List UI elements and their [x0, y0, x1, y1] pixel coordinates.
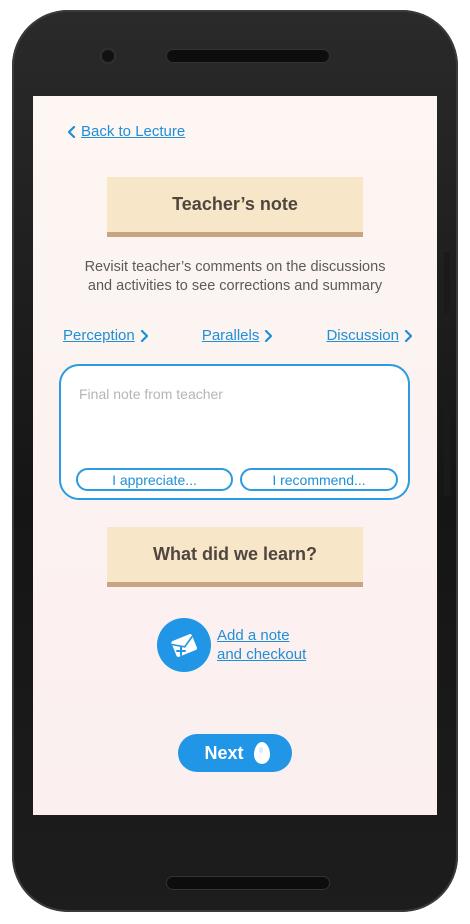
egg-icon [253, 742, 270, 764]
description: Revisit teacher’s comments on the discus… [57, 258, 413, 296]
bottom-speaker [166, 876, 330, 890]
teacher-note-box: I appreciate... I recommend... [59, 364, 410, 500]
chevron-left-icon [67, 125, 76, 138]
back-to-lecture-link[interactable]: Back to Lecture [67, 123, 185, 140]
front-camera [99, 47, 117, 65]
app-screen: Back to Lecture Teacher’s note Revisit t… [33, 96, 437, 815]
chevron-right-icon [404, 329, 413, 342]
description-line: Revisit teacher’s comments on the discus… [84, 259, 386, 275]
add-note-line: and checkout [217, 646, 307, 663]
add-note-line: Add a note [217, 627, 290, 644]
section-title: What did we learn? [152, 544, 317, 564]
section-links: Perception Parallels Discussion [63, 327, 413, 344]
final-note-input[interactable] [79, 386, 379, 402]
tab-label: Parallels [201, 327, 260, 344]
tab-label: Discussion [326, 327, 399, 344]
i-recommend-chip[interactable]: I recommend... [240, 468, 398, 491]
chevron-right-icon [140, 329, 148, 342]
tab-parallels[interactable]: Parallels [202, 327, 274, 344]
next-label: Next [204, 742, 244, 763]
chevron-right-icon [265, 329, 273, 342]
i-appreciate-chip[interactable]: I appreciate... [76, 468, 233, 491]
next-button[interactable]: Next [178, 734, 292, 772]
volume-button [444, 252, 450, 314]
page-title: Teacher’s note [172, 194, 298, 214]
tab-discussion[interactable]: Discussion [326, 327, 413, 344]
chip-label: I recommend... [272, 471, 366, 488]
teachers-note-banner: Teacher’s note [107, 177, 363, 237]
top-speaker [166, 49, 330, 63]
note-plus-glyph [171, 634, 197, 657]
tab-label: Perception [63, 327, 135, 344]
add-note-label: Add a note and checkout [217, 626, 306, 664]
power-button [444, 376, 450, 496]
chip-label: I appreciate... [112, 471, 197, 488]
back-link-label: Back to Lecture [81, 123, 186, 140]
what-did-we-learn-banner: What did we learn? [107, 527, 363, 587]
description-line: and activities to see corrections and su… [87, 278, 383, 294]
note-plus-icon [157, 618, 211, 672]
tab-perception[interactable]: Perception [63, 327, 149, 344]
add-note-checkout-button[interactable]: Add a note and checkout [157, 618, 306, 672]
